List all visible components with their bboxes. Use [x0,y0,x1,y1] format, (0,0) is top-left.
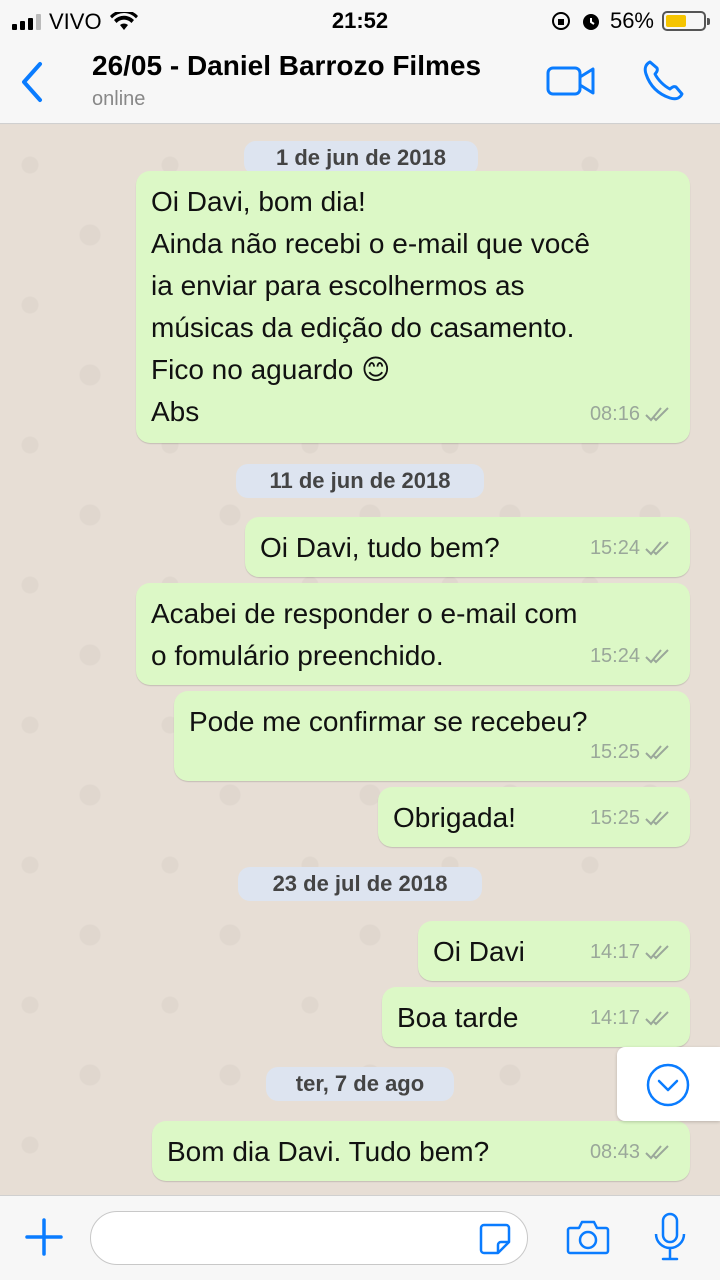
date-separator: 1 de jun de 2018 [244,141,478,175]
message-time: 08:43 [589,1141,640,1163]
message-bubble[interactable]: Obrigada! 15:25 [378,787,690,847]
chat-area[interactable]: 1 de jun de 2018 Oi Davi, bom dia! Ainda… [0,125,720,1195]
input-bar [0,1195,720,1280]
message-bubble[interactable]: Oi Davi, tudo bem? 15:24 [245,517,690,577]
microphone-icon[interactable] [652,1212,688,1262]
video-call-icon[interactable] [546,64,596,98]
date-separator: 23 de jul de 2018 [238,867,482,901]
message-time: 15:25 [589,741,640,763]
double-check-icon [645,407,669,422]
message-time: 08:16 [589,403,640,425]
message-meta: 14:17 [590,997,672,1039]
message-text: Acabei de responder o e-mail com o fomul… [151,598,578,671]
message-text: Pode me confirmar se recebeu? [189,706,588,737]
message-bubble[interactable]: Oi Davi, bom dia! Ainda não recebi o e-m… [136,171,690,443]
phone-icon[interactable] [640,58,686,104]
message-text: Oi Davi, bom dia! Ainda não recebi o e-m… [151,186,590,427]
message-text: Obrigada! [393,802,516,833]
contact-name[interactable]: 26/05 - Daniel Barrozo Filmes [92,50,481,82]
message-text: Bom dia Davi. Tudo bem? [167,1136,490,1167]
message-meta: 08:43 [590,1131,672,1173]
battery-percent: 56% [609,8,654,33]
alarm-icon [582,14,599,30]
message-meta: 08:16 [590,393,672,435]
plus-icon[interactable] [24,1217,64,1257]
double-check-icon [645,745,669,760]
message-time: 15:24 [589,645,640,667]
message-time: 14:17 [589,941,640,963]
sticker-icon[interactable] [478,1222,512,1256]
message-time: 14:17 [589,1007,640,1029]
chevron-left-icon[interactable] [14,58,50,106]
message-text: Boa tarde [397,1002,519,1033]
date-separator: 11 de jun de 2018 [236,464,484,498]
message-meta: 15:25 [590,797,672,839]
message-bubble[interactable]: Boa tarde 14:17 [382,987,690,1047]
message-time: 15:24 [589,537,640,559]
message-meta: 15:25 [590,731,672,773]
message-text: Oi Davi, tudo bem? [260,532,500,563]
chat-header: 26/05 - Daniel Barrozo Filmes online [0,40,720,124]
double-check-icon [645,649,669,664]
message-text: Oi Davi [433,936,525,967]
camera-icon[interactable] [566,1218,610,1256]
message-bubble[interactable]: Bom dia Davi. Tudo bem? 08:43 [152,1121,690,1181]
contact-status: online [92,88,146,110]
status-right: 56% [550,8,710,34]
double-check-icon [645,811,669,826]
double-check-icon [645,541,669,556]
status-bar: VIVO 21:52 56% [0,0,720,40]
message-input[interactable] [90,1211,528,1265]
double-check-icon [645,1011,669,1026]
message-bubble[interactable]: Pode me confirmar se recebeu? 15:25 [174,691,690,781]
chevron-down-circle-icon [646,1063,690,1107]
battery-icon [662,11,710,31]
scroll-to-bottom-button[interactable] [617,1047,720,1121]
double-check-icon [645,1145,669,1160]
message-bubble[interactable]: Oi Davi 14:17 [418,921,690,981]
battery-level [666,15,687,27]
date-separator: ter, 7 de ago [266,1067,454,1101]
message-meta: 14:17 [590,931,672,973]
double-check-icon [645,945,669,960]
message-bubble[interactable]: Acabei de responder o e-mail com o fomul… [136,583,690,685]
message-meta: 15:24 [590,527,672,569]
message-time: 15:25 [589,807,640,829]
rotation-lock-icon [551,12,570,30]
message-meta: 15:24 [590,635,672,677]
